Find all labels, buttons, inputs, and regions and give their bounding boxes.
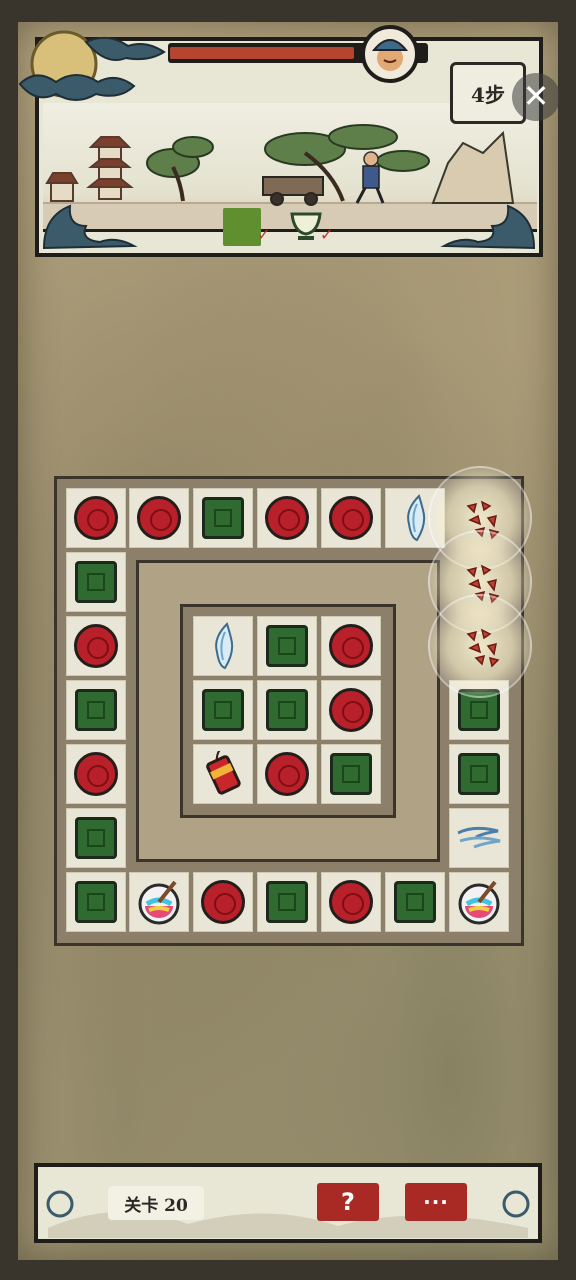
green-piece-icon [75, 817, 117, 859]
red-piece-icon [137, 496, 181, 540]
green-piece-icon [266, 625, 308, 667]
board-cell[interactable] [321, 744, 381, 804]
level-label-text: 关卡 20 [124, 1195, 188, 1216]
green-piece-icon [75, 561, 117, 603]
more-icon: ··· [423, 1190, 449, 1214]
red-piece-icon [329, 880, 373, 924]
steps-label: 4步 [471, 82, 505, 107]
green-piece-icon [394, 881, 436, 923]
level-label: 关卡 20 [108, 1186, 204, 1220]
board-cell[interactable] [449, 808, 509, 868]
board-cell[interactable] [321, 616, 381, 676]
goal-green-tile-icon [223, 208, 261, 246]
board-cell[interactable] [66, 680, 126, 740]
red-piece-icon [201, 880, 245, 924]
board-cell[interactable] [193, 680, 253, 740]
moon-cloud-ornament [18, 30, 166, 101]
board-cell[interactable] [449, 744, 509, 804]
board-cell[interactable] [193, 616, 253, 676]
board-cell[interactable] [66, 872, 126, 932]
board-cell[interactable] [257, 872, 317, 932]
goal-check-icon: ✓ [320, 225, 334, 244]
close-icon: ✕ [522, 77, 550, 115]
board-cell[interactable] [66, 552, 126, 612]
glowing-special-piece[interactable] [428, 594, 532, 698]
board-cell[interactable] [66, 616, 126, 676]
red-piece-icon [265, 752, 309, 796]
wind-piece-icon [454, 823, 504, 853]
green-piece-icon [266, 881, 308, 923]
firecracker-piece-icon [200, 751, 246, 797]
red-piece-icon [74, 752, 118, 796]
board-cell[interactable] [257, 680, 317, 740]
board-cell[interactable] [66, 808, 126, 868]
goal-check-icon: ✓ [257, 225, 271, 244]
board-cell[interactable] [449, 872, 509, 932]
board-cell[interactable] [321, 680, 381, 740]
board-cell[interactable] [321, 872, 381, 932]
red-piece-icon [329, 496, 373, 540]
help-icon: ? [341, 1188, 355, 1216]
shards-piece-icon [460, 626, 504, 674]
cloud-ornament-left-icon [42, 204, 138, 250]
green-piece-icon [330, 753, 372, 795]
paint-piece-icon [135, 878, 183, 926]
green-piece-icon [202, 497, 244, 539]
board-cell[interactable] [257, 488, 317, 548]
pagoda-icon [86, 136, 134, 200]
board-cell[interactable] [66, 744, 126, 804]
board-cell[interactable] [129, 488, 189, 548]
goal-cup-icon [290, 212, 322, 240]
board-cell[interactable] [66, 488, 126, 548]
paint-piece-icon [455, 878, 503, 926]
board-cell[interactable] [257, 744, 317, 804]
board-cell[interactable] [257, 616, 317, 676]
board-cell[interactable] [193, 488, 253, 548]
crystal-piece-icon [205, 622, 241, 670]
player-avatar-icon [361, 25, 419, 83]
board-cell[interactable] [193, 744, 253, 804]
green-piece-icon [266, 689, 308, 731]
board-cell[interactable] [193, 872, 253, 932]
health-bar-fill [170, 47, 355, 59]
more-options-button[interactable]: ··· [405, 1183, 467, 1221]
help-button[interactable]: ? [317, 1183, 379, 1221]
green-piece-icon [75, 881, 117, 923]
green-piece-icon [202, 689, 244, 731]
red-piece-icon [265, 496, 309, 540]
close-button[interactable]: ✕ [512, 73, 560, 121]
board-cell[interactable] [321, 488, 381, 548]
red-piece-icon [74, 624, 118, 668]
green-piece-icon [458, 753, 500, 795]
board-cell[interactable] [385, 872, 445, 932]
red-piece-icon [329, 688, 373, 732]
board-cell[interactable] [129, 872, 189, 932]
cloud-ornament-right-icon [440, 204, 536, 250]
red-piece-icon [329, 624, 373, 668]
red-piece-icon [74, 496, 118, 540]
green-piece-icon [75, 689, 117, 731]
